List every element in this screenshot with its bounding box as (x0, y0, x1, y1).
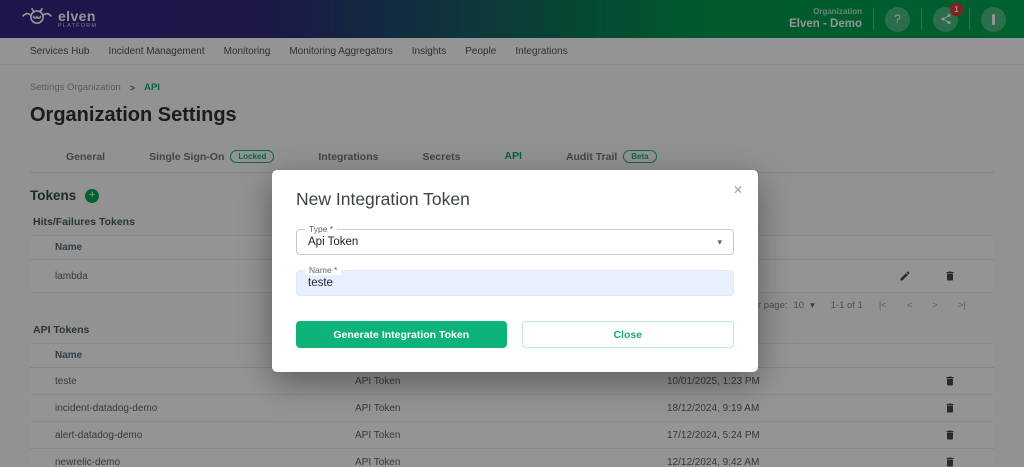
chevron-down-icon: ▾ (717, 237, 722, 248)
modal-actions: Generate Integration Token Close (296, 321, 734, 348)
name-field-wrap: Name * (296, 270, 734, 296)
new-integration-token-modal: New Integration Token ✕ Type * Api Token… (272, 170, 758, 372)
close-button[interactable]: Close (522, 321, 735, 348)
name-label: Name * (305, 265, 341, 275)
type-value: Api Token (308, 236, 358, 248)
app-root: elven PLATFORM Organization Elven - Demo… (0, 0, 1024, 467)
type-label: Type * (305, 224, 337, 234)
generate-integration-token-button[interactable]: Generate Integration Token (296, 321, 507, 348)
close-icon[interactable]: ✕ (733, 183, 743, 197)
modal-title: New Integration Token (296, 189, 734, 210)
name-input[interactable] (308, 277, 722, 289)
type-select[interactable]: Type * Api Token ▾ (296, 229, 734, 255)
